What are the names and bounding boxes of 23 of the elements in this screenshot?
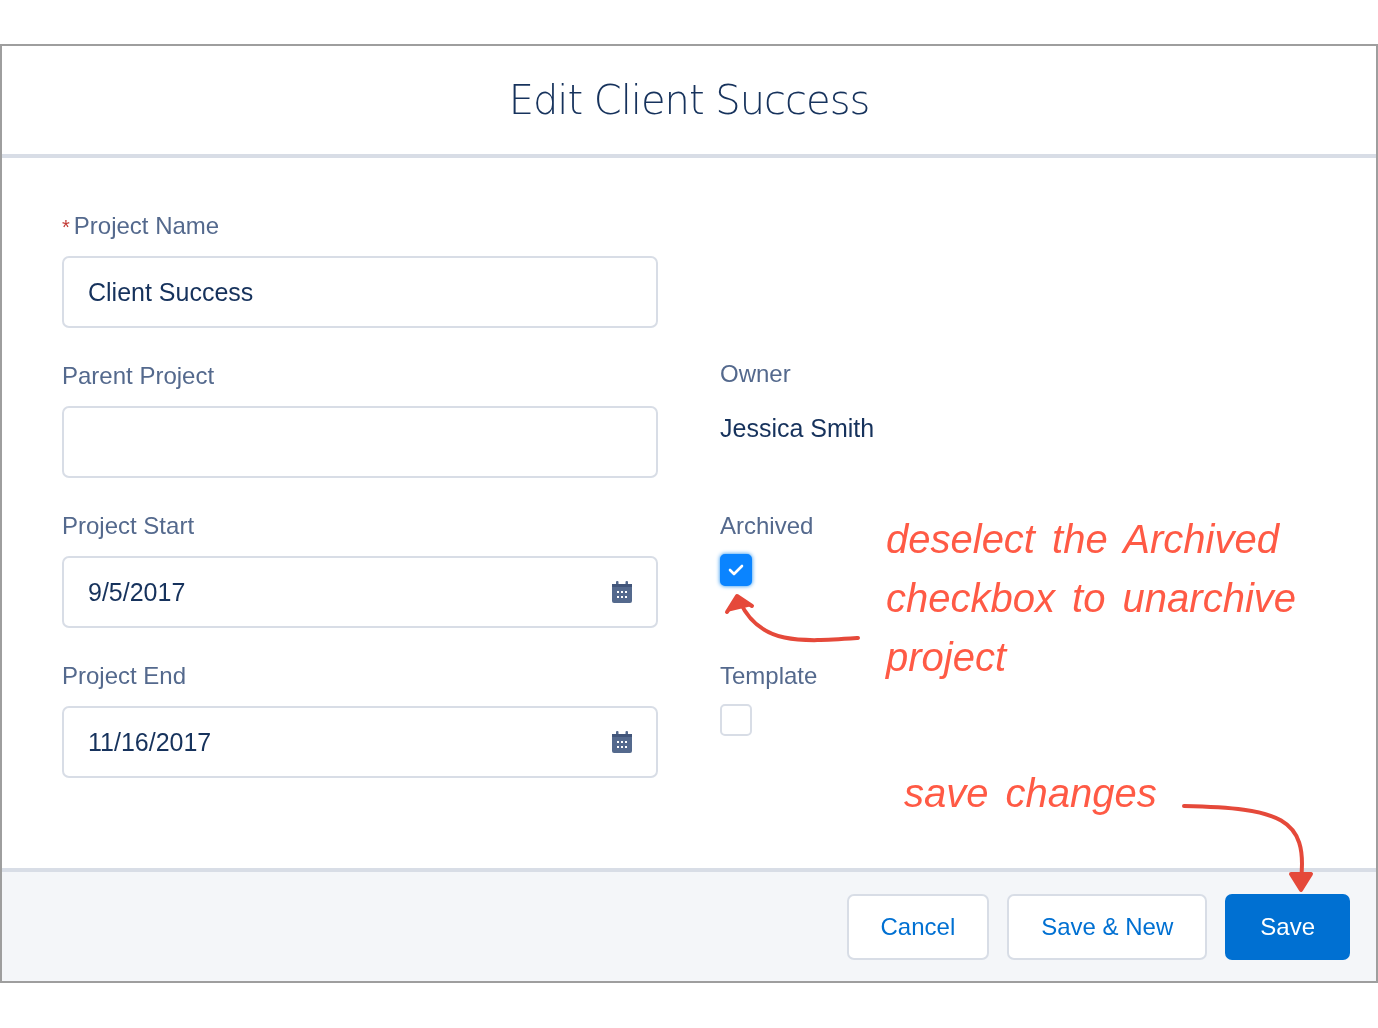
field-label: Owner: [720, 360, 791, 388]
check-icon: [728, 564, 744, 576]
field-label: Project Start: [62, 512, 195, 540]
checkbox[interactable]: [720, 554, 752, 586]
save-button[interactable]: Save: [1225, 893, 1350, 960]
field-label: Template: [720, 662, 818, 690]
required-mark: *: [62, 216, 70, 239]
calendar-icon[interactable]: [612, 581, 632, 603]
field-label: Archived: [720, 512, 814, 540]
input-field[interactable]: [62, 406, 658, 478]
modal-title: Edit Client Success: [508, 77, 870, 123]
field-label: Parent Project: [62, 362, 215, 390]
field-label: Project End: [62, 662, 187, 690]
cancel-button[interactable]: Cancel: [846, 893, 990, 960]
date-field[interactable]: 9/5/2017: [62, 556, 658, 628]
field-label: Project Name: [73, 212, 220, 240]
input-field[interactable]: Client Success: [62, 256, 658, 328]
annotation-note: save changes: [904, 770, 1158, 817]
field-value: Jessica Smith: [720, 413, 876, 443]
calendar-icon[interactable]: [612, 731, 632, 753]
date-field[interactable]: 11/16/2017: [62, 706, 658, 778]
save-and-new-button[interactable]: Save & New: [1007, 893, 1208, 960]
annotation-note: deselect the Archived checkbox to unarchive project: [886, 516, 1297, 681]
